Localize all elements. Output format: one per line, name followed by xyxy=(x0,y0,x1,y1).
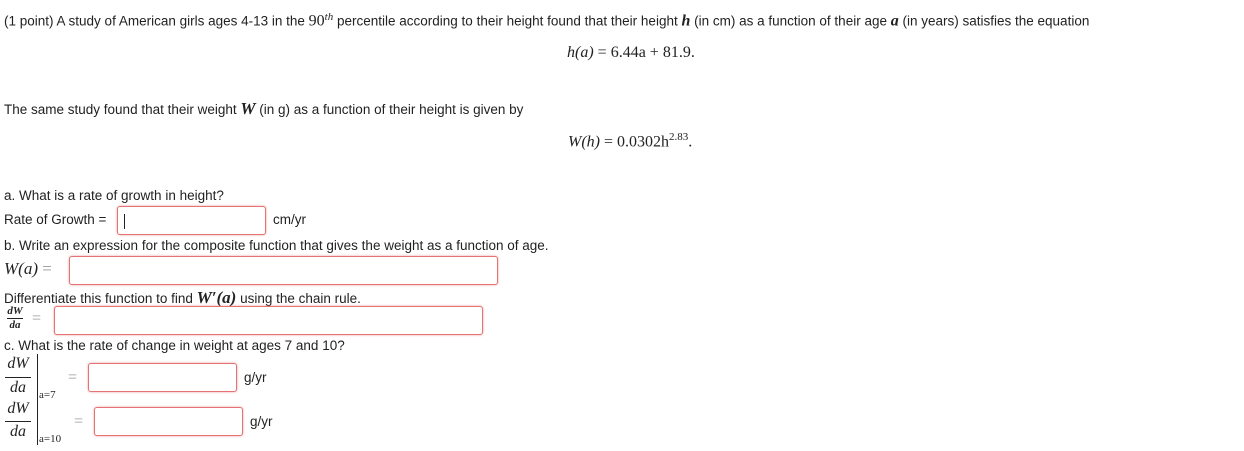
height-eq-equals: = xyxy=(597,44,607,61)
var-W: W xyxy=(240,99,256,118)
eval-10-bar xyxy=(37,399,38,445)
eval-10-fraction-bar xyxy=(5,421,31,422)
intro-units-h: (in cm) as a function of their age xyxy=(690,13,891,29)
weight-eq-lhs: W(h) xyxy=(568,133,600,151)
eval-7-numerator: dW xyxy=(7,355,29,372)
height-eq-lhs: h(a) xyxy=(567,44,594,61)
intro-prefix: (1 point) A study of American girls ages… xyxy=(4,13,309,29)
eval-7-equals: = xyxy=(68,369,78,386)
eval-7-bar xyxy=(37,354,38,400)
eval-10-equals: = xyxy=(74,413,84,430)
height-equation: h(a) = 6.44a + 81.9. xyxy=(567,44,695,62)
weight-eq-coef: 0.0302h xyxy=(617,133,670,151)
height-eq-rhs: 6.44a + 81.9. xyxy=(610,44,695,61)
eval-7-subscript: a=7 xyxy=(39,389,56,401)
rate-at-age-10-units: g/yr xyxy=(250,414,273,429)
eval-10-subscript: a=10 xyxy=(39,433,62,445)
part-b-question: b. Write an expression for the composite… xyxy=(4,238,549,253)
intro-text: (1 point) A study of American girls ages… xyxy=(4,11,1089,31)
percentile-base: 90 xyxy=(308,12,325,30)
eval-7-fraction-bar xyxy=(5,377,31,378)
derivative-func: W′(a) xyxy=(196,288,237,307)
rate-of-growth-label: Rate of Growth = xyxy=(4,212,107,227)
weight-eq-exponent: 2.83 xyxy=(669,131,689,143)
rate-at-age-10-input[interactable] xyxy=(94,407,243,436)
rate-of-growth-input[interactable] xyxy=(117,206,266,235)
weight-equation: W(h) = 0.0302h2.83. xyxy=(568,131,692,151)
intro-middle: percentile according to their height fou… xyxy=(333,13,682,29)
weight-prefix: The same study found that their weight xyxy=(4,102,241,117)
percentile-sup: th xyxy=(324,11,334,23)
composite-lhs-func: W(a) xyxy=(4,259,38,278)
weight-eq-equals: = xyxy=(603,133,614,151)
part-a-question: a. What is a rate of growth in height? xyxy=(4,188,224,203)
composite-equals: = xyxy=(42,259,52,278)
eval-10-numerator: dW xyxy=(7,400,29,417)
composite-lhs: W(a) = xyxy=(4,259,52,279)
composite-function-input[interactable] xyxy=(69,256,498,285)
differentiate-instruction: Differentiate this function to find W′(a… xyxy=(4,288,361,308)
intro-suffix: (in years) satisfies the equation xyxy=(898,13,1090,29)
weight-eq-end: . xyxy=(688,133,693,151)
eval-10-denominator: da xyxy=(10,423,26,440)
var-a: a xyxy=(890,12,899,30)
weight-sentence: The same study found that their weight W… xyxy=(4,99,523,119)
eval-7-denominator: da xyxy=(10,379,26,396)
part-c-question: c. What is the rate of change in weight … xyxy=(4,338,345,353)
differentiate-prefix: Differentiate this function to find xyxy=(4,291,197,306)
rate-of-growth-units: cm/yr xyxy=(273,212,306,227)
rate-at-age-7-units: g/yr xyxy=(244,370,267,385)
weight-suffix: (in g) as a function of their height is … xyxy=(255,102,524,117)
dw-da-numerator: dW xyxy=(7,305,23,317)
differentiate-suffix: using the chain rule. xyxy=(236,291,361,306)
dw-da-denominator: da xyxy=(9,319,21,331)
rate-at-age-7-input[interactable] xyxy=(88,363,237,392)
dw-da-equals: = xyxy=(32,310,42,327)
derivative-input[interactable] xyxy=(54,306,483,335)
text-caret xyxy=(124,214,125,229)
